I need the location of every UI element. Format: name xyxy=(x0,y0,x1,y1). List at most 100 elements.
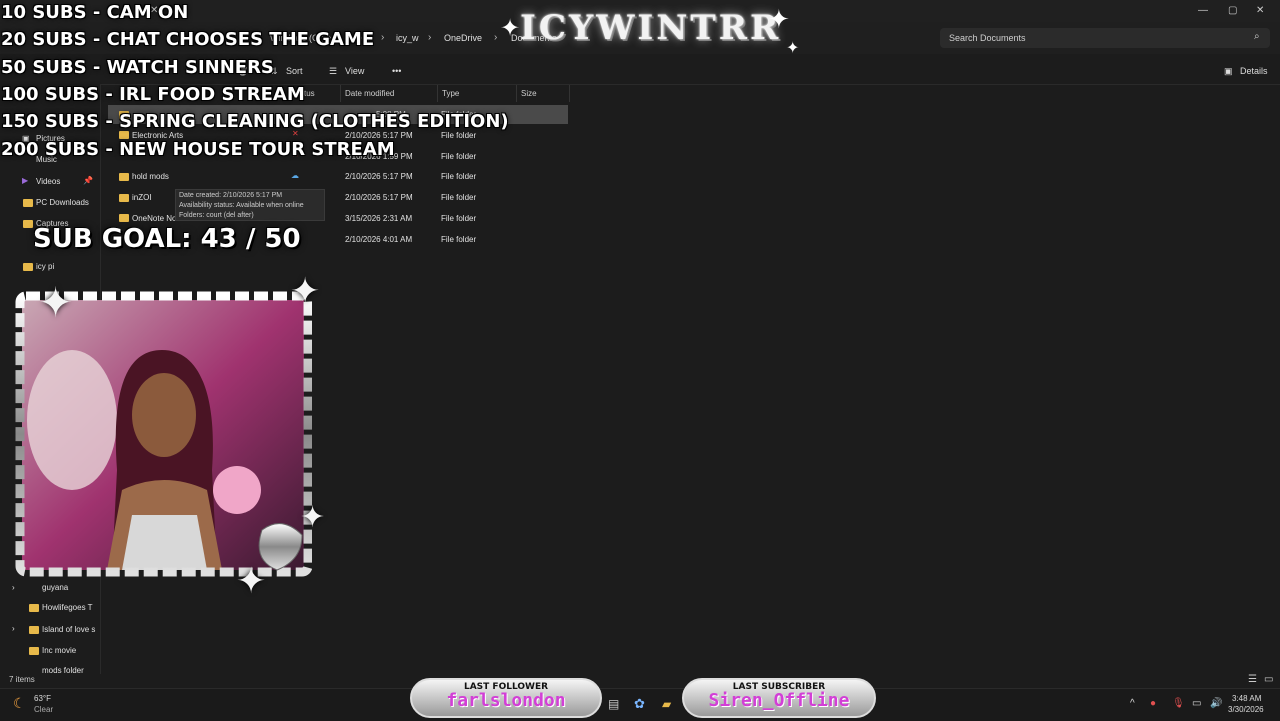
sparkle-icon: ✦ xyxy=(300,501,326,534)
nav-item-island-of-love[interactable]: Island of love s xyxy=(42,625,95,634)
close-window-icon[interactable]: ✕ xyxy=(1256,5,1264,16)
videos-icon: ▶ xyxy=(22,176,29,185)
goal-item: 20 SUBS - CHAT CHOOSES THE GAME xyxy=(1,29,375,50)
chevron-right-icon: › xyxy=(381,32,385,43)
goal-item: 150 SUBS - SPRING CLEANING (CLOTHES EDIT… xyxy=(1,111,509,132)
breadcrumb-onedrive[interactable]: OneDrive xyxy=(444,33,482,43)
chevron-right-icon: › xyxy=(428,32,432,43)
column-divider[interactable] xyxy=(340,85,341,102)
chevron-right-icon[interactable]: › xyxy=(12,624,15,633)
chevron-right-icon: › xyxy=(494,32,498,43)
pin-icon: 📌 xyxy=(83,176,93,185)
app-tray-icon[interactable]: ● xyxy=(1150,698,1156,709)
goal-item: 10 SUBS - CAM ON xyxy=(1,2,189,23)
weather-desc[interactable]: Clear xyxy=(34,705,53,714)
folder-icon xyxy=(29,647,39,655)
file-tooltip: Date created: 2/10/2026 5:17 PM Availabi… xyxy=(175,189,325,221)
webcam-frame xyxy=(15,291,312,577)
weather-icon[interactable]: ☾ xyxy=(13,695,26,712)
status-bar-count: 7 items xyxy=(9,675,35,684)
sort-button[interactable]: Sort xyxy=(286,66,303,76)
file-date: 2/10/2026 5:17 PM xyxy=(345,193,413,202)
streamer-logo: ICYWINTRR xyxy=(520,8,782,48)
last-follower-widget: LAST FOLLOWER farlslondon xyxy=(410,678,602,718)
view-button[interactable]: View xyxy=(345,66,364,76)
folder-icon xyxy=(23,220,33,228)
task-view-icon[interactable]: ▤ xyxy=(608,697,619,711)
chevron-right-icon[interactable]: › xyxy=(12,583,15,592)
sparkle-icon: ✦ xyxy=(290,270,321,311)
folder-icon xyxy=(119,194,129,202)
folder-icon xyxy=(23,199,33,207)
tiles-view-icon[interactable]: ▭ xyxy=(1264,674,1273,685)
last-subscriber-name: Siren_Offline xyxy=(708,690,850,711)
file-type: File folder xyxy=(441,152,477,161)
nav-item-inc-movie[interactable]: Inc movie xyxy=(42,646,76,655)
folder-icon xyxy=(119,131,129,139)
folder-icon xyxy=(119,214,129,222)
column-divider[interactable] xyxy=(569,85,570,102)
tooltip-line: Date created: 2/10/2026 5:17 PM xyxy=(179,192,283,199)
folder-icon xyxy=(29,626,39,634)
minimize-icon[interactable]: — xyxy=(1198,5,1208,16)
nav-item-pc-downloads[interactable]: PC Downloads xyxy=(36,198,89,207)
search-input[interactable]: Search Documents xyxy=(949,33,1026,43)
file-type: File folder xyxy=(441,193,477,202)
volume-icon[interactable]: 🔊 xyxy=(1210,698,1222,709)
breadcrumb-user[interactable]: icy_w xyxy=(396,33,419,43)
sparkle-icon: ✦ xyxy=(786,40,800,57)
nav-item-howlifegoes[interactable]: Howlifegoes T xyxy=(42,603,93,612)
nav-item-mods-folder[interactable]: mods folder xyxy=(42,666,84,675)
column-divider[interactable] xyxy=(437,85,438,102)
folder-icon xyxy=(29,604,39,612)
goal-item: 200 SUBS - NEW HOUSE TOUR STREAM xyxy=(1,139,395,160)
view-icon: ☰ xyxy=(329,66,338,76)
search-icon: ⌕ xyxy=(1254,31,1260,42)
clock-time[interactable]: 3:48 AM xyxy=(1232,694,1261,703)
sparkle-icon: ✦ xyxy=(38,279,74,326)
search-box[interactable]: Search Documents ⌕ xyxy=(940,28,1270,48)
file-date: 3/15/2026 2:31 AM xyxy=(345,214,413,223)
last-follower-name: farlslondon xyxy=(446,690,566,711)
file-date: 2/10/2026 5:17 PM xyxy=(345,172,413,181)
goal-item: 100 SUBS - IRL FOOD STREAM xyxy=(1,84,305,105)
column-size[interactable]: Size xyxy=(521,89,537,98)
maximize-icon[interactable]: ▢ xyxy=(1228,5,1237,16)
microphone-icon[interactable]: 🎙 xyxy=(1172,698,1185,709)
sparkle-icon: ✦ xyxy=(768,4,790,34)
folder-icon xyxy=(23,263,33,271)
copilot-icon[interactable]: ✿ xyxy=(634,696,645,712)
file-name: hold mods xyxy=(132,172,169,181)
sparkle-icon: ✦ xyxy=(500,15,521,42)
file-type: File folder xyxy=(441,235,477,244)
nav-item-icy-pi[interactable]: icy pi xyxy=(36,262,54,271)
folder-icon xyxy=(119,173,129,181)
details-button[interactable]: Details xyxy=(1240,66,1268,76)
more-options-button[interactable]: ••• xyxy=(392,66,401,76)
tooltip-line: Availability status: Available when onli… xyxy=(179,202,304,209)
sub-goal-counter: SUB GOAL: 43 / 50 xyxy=(33,224,301,254)
pink-pompom xyxy=(213,466,261,514)
file-name: inZOI xyxy=(132,193,152,202)
goal-item: 50 SUBS - WATCH SINNERS xyxy=(1,57,274,78)
column-date-modified[interactable]: Date modified xyxy=(345,89,394,98)
file-type: File folder xyxy=(441,172,477,181)
details-view-icon[interactable]: ☰ xyxy=(1248,674,1257,685)
display-icon[interactable]: ▭ xyxy=(1192,698,1201,709)
sparkle-icon: ✦ xyxy=(236,560,267,601)
nav-item-guyana[interactable]: guyana xyxy=(42,583,68,592)
nav-item-videos[interactable]: Videos xyxy=(36,177,60,186)
weather-temp[interactable]: 63°F xyxy=(34,694,51,703)
tooltip-line: Folders: court (del after) xyxy=(179,212,254,219)
cloud-icon: ☁ xyxy=(291,171,299,180)
clock-date[interactable]: 3/30/2026 xyxy=(1228,705,1264,714)
file-date: 2/10/2026 4:01 AM xyxy=(345,235,413,244)
details-pane-icon: ▣ xyxy=(1224,66,1233,76)
column-type[interactable]: Type xyxy=(442,89,459,98)
chevron-up-icon[interactable]: ^ xyxy=(1130,698,1135,709)
last-subscriber-widget: LAST SUBSCRIBER Siren_Offline xyxy=(682,678,876,718)
file-name: OneNote No xyxy=(132,214,177,223)
column-divider[interactable] xyxy=(516,85,517,102)
file-explorer-icon[interactable]: ▰ xyxy=(662,697,671,711)
file-type: File folder xyxy=(441,131,477,140)
